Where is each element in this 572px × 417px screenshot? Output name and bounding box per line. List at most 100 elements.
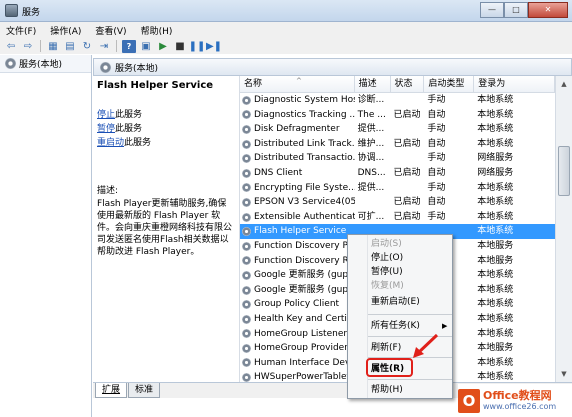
service-log-on-as-cell: 本地系统 — [477, 357, 514, 368]
tab-extended[interactable]: 扩展 — [95, 383, 128, 398]
restart-service-icon[interactable]: ▶❚ — [206, 40, 222, 53]
service-startup-type-cell: 手动 — [427, 182, 446, 193]
forward-arrow-icon[interactable]: ⇨ — [21, 40, 35, 53]
service-startup-type-cell: 自动 — [427, 138, 446, 149]
watermark-text: Office教程网 www.office26.com — [483, 389, 556, 412]
menu-help[interactable]: 帮助(H) — [141, 24, 173, 37]
service-name-text: Function Discovery Pr... — [254, 240, 355, 251]
refresh-icon[interactable]: ↻ — [80, 40, 94, 53]
stop-service-link[interactable]: 停止 — [97, 110, 115, 120]
service-name-cell: Human Interface Devi... — [240, 356, 355, 371]
service-log-on-as-cell: 本地系统 — [477, 124, 514, 135]
tree-pane: 服务(本地) — [0, 55, 92, 417]
column-header-name[interactable]: 名称 ^ — [240, 76, 355, 92]
service-description-cell: 诊断... — [357, 95, 385, 105]
service-gear-icon — [242, 256, 251, 266]
description-label: 描述: — [97, 186, 119, 196]
tree-item-services-local[interactable]: 服务(本地) — [0, 55, 91, 73]
maximize-button[interactable]: □ — [504, 2, 528, 18]
scroll-up-arrow-icon[interactable]: ▲ — [556, 76, 572, 92]
service-name-text: Health Key and Certifi... — [254, 313, 355, 324]
service-status-cell: 已启动 — [393, 167, 421, 178]
minimize-button[interactable]: — — [480, 2, 504, 18]
table-row[interactable]: Diagnostic System Host 诊断... 手动 本地系统 — [240, 93, 555, 108]
menu-item-refresh[interactable]: 刷新(F) — [371, 341, 401, 355]
console-icon[interactable]: ▣ — [139, 40, 153, 53]
service-gear-icon — [242, 358, 251, 368]
watermark-title: Office教程网 — [483, 389, 552, 402]
vertical-scrollbar[interactable]: ▲ ▼ — [555, 76, 572, 382]
table-row[interactable]: EPSON V3 Service4(05) 已启动 自动 本地系统 — [240, 195, 555, 210]
column-header-log-on-as[interactable]: 登录为 — [474, 76, 555, 92]
table-row[interactable]: Diagnostics Tracking ... The ... 已启动 自动 本地系统 — [240, 108, 555, 123]
column-header-startup-type[interactable]: 启动类型 — [424, 76, 475, 92]
service-log-on-as-cell: 网络服务 — [477, 167, 514, 178]
menu-item-resume[interactable]: 恢复(M) — [371, 279, 404, 293]
service-status-cell: 已启动 — [393, 211, 421, 222]
close-button[interactable]: ✕ — [528, 2, 568, 18]
service-status-cell — [391, 122, 425, 137]
properties-icon[interactable]: ▤ — [63, 40, 77, 53]
service-name-text: Google 更新服务 (gup... — [254, 284, 355, 295]
restart-service-link[interactable]: 重启动 — [97, 138, 124, 148]
menu-item-start[interactable]: 启动(S) — [371, 237, 402, 251]
gear-icon — [100, 61, 111, 73]
service-log-on-as-cell: 本地系统 — [477, 313, 514, 324]
menu-view[interactable]: 查看(V) — [95, 24, 126, 37]
watermark: O Office教程网 www.office26.com — [458, 384, 572, 417]
menu-item-stop[interactable]: 停止(O) — [371, 251, 403, 265]
window-title: 服务 — [22, 8, 41, 18]
title-bar: 服务 — □ ✕ — [0, 0, 572, 22]
column-header-status[interactable]: 状态 — [391, 76, 425, 92]
service-name-cell: HWSuperPowerTablet — [240, 370, 355, 382]
office-logo-icon: O — [458, 388, 480, 413]
gear-icon — [5, 58, 16, 69]
service-gear-icon — [242, 110, 251, 120]
service-name-text: HomeGroup Provider — [254, 343, 348, 354]
service-gear-icon — [242, 168, 251, 178]
service-name-text: Human Interface Devi... — [254, 357, 355, 368]
scrollbar-thumb[interactable] — [558, 146, 570, 196]
service-startup-type-cell: 手动 — [427, 211, 446, 222]
service-name-cell: Flash Helper Service — [240, 224, 355, 239]
menu-item-help[interactable]: 帮助(H) — [371, 383, 403, 397]
service-startup-type-cell: 手动 — [427, 153, 446, 164]
start-service-icon[interactable]: ▶ — [156, 40, 170, 53]
service-log-on-as-cell: 本地系统 — [477, 182, 514, 193]
table-row[interactable]: DNS Client DNS... 已启动 自动 网络服务 — [240, 166, 555, 181]
table-row[interactable]: Distributed Transactio... 协调... 手动 网络服务 — [240, 151, 555, 166]
service-gear-icon — [242, 197, 251, 207]
back-arrow-icon[interactable]: ⇦ — [4, 40, 18, 53]
service-gear-icon — [242, 154, 251, 164]
service-startup-type-cell: 手动 — [427, 124, 446, 135]
menu-item-pause[interactable]: 暂停(U) — [371, 265, 403, 279]
menu-file[interactable]: 文件(F) — [6, 24, 36, 37]
service-name-text: HWSuperPowerTablet — [254, 372, 351, 382]
table-row[interactable]: Encrypting File Syste... 提供... 手动 本地系统 — [240, 181, 555, 196]
scroll-down-arrow-icon[interactable]: ▼ — [556, 366, 572, 382]
service-name-cell: Disk Defragmenter — [240, 122, 355, 137]
pause-service-link[interactable]: 暂停 — [97, 124, 115, 134]
menu-item-all-tasks[interactable]: 所有任务(K) — [371, 319, 420, 333]
export-list-icon[interactable]: ⇥ — [97, 40, 111, 53]
service-log-on-as-cell: 本地系统 — [477, 372, 514, 382]
menu-action[interactable]: 操作(A) — [50, 24, 81, 37]
service-gear-icon — [242, 314, 251, 324]
table-row[interactable]: Extensible Authenticat... 可扩... 已启动 手动 本地系统 — [240, 210, 555, 225]
show-hide-tree-icon[interactable]: ▦ — [46, 40, 60, 53]
service-log-on-as-cell: 本地系统 — [477, 95, 514, 105]
service-startup-type-cell: 手动 — [427, 95, 446, 105]
link-suffix: 此服务 — [115, 124, 143, 134]
column-header-description[interactable]: 描述 — [355, 76, 391, 92]
service-name-cell: Health Key and Certifi... — [240, 312, 355, 327]
stop-service-icon[interactable]: ■ — [173, 40, 187, 53]
tab-standard[interactable]: 标准 — [128, 383, 161, 398]
service-gear-icon — [242, 227, 251, 237]
service-log-on-as-cell: 本地系统 — [477, 226, 514, 237]
table-header: 名称 ^ 描述 状态 启动类型 登录为 — [240, 76, 555, 93]
table-row[interactable]: Distributed Link Track... 维护... 已启动 自动 本地系统 — [240, 137, 555, 152]
pause-service-icon[interactable]: ❚❚ — [189, 40, 206, 53]
menu-item-restart[interactable]: 重新启动(E) — [371, 295, 420, 309]
help-icon[interactable]: ? — [122, 39, 136, 53]
table-row[interactable]: Disk Defragmenter 提供... 手动 本地系统 — [240, 122, 555, 137]
